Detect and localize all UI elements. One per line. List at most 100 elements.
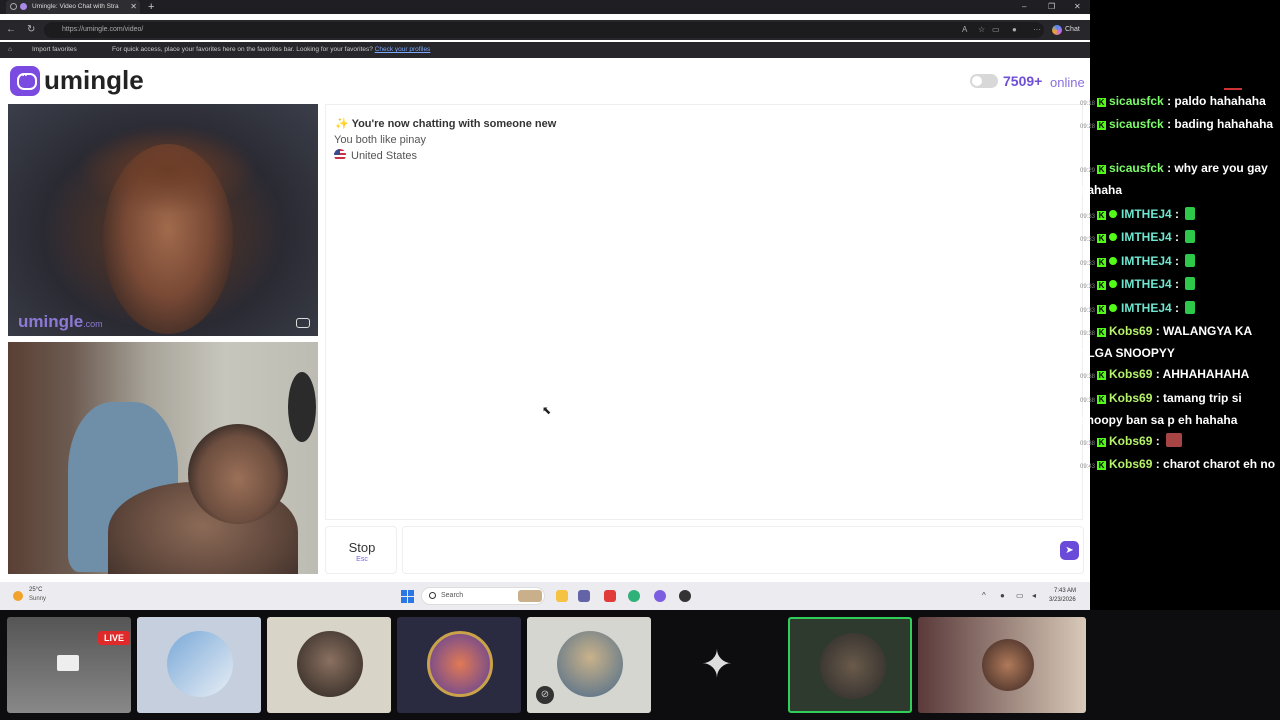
sparkle-icon: ✨	[335, 118, 349, 130]
stream-chat-message: 09:38 K Kobs69 :	[1080, 432, 1280, 454]
message-timestamp: 09:29	[1080, 168, 1096, 174]
participant-tile-3[interactable]	[267, 617, 391, 713]
favorites-bar: ⌂ Import favorites For quick access, pla…	[0, 42, 1090, 58]
stop-button[interactable]: Stop Esc	[325, 526, 397, 574]
clock-time[interactable]: 7:43 AM	[1054, 588, 1076, 594]
umingle-favicon-icon	[20, 3, 27, 10]
new-tab-button[interactable]: +	[148, 0, 154, 14]
self-head	[188, 424, 288, 524]
windows-start-icon[interactable]	[401, 590, 414, 603]
refresh-icon[interactable]: ↻	[27, 20, 35, 40]
profile-avatar[interactable]: ●	[1012, 20, 1017, 40]
umingle-page: umingle 7509+ online umingle.com ✨ You'r…	[0, 60, 1090, 582]
chat-username[interactable]: Kobs69	[1109, 434, 1152, 448]
kick-badge-icon: K	[1097, 258, 1107, 267]
copilot-chat-button[interactable]: Chat	[1052, 24, 1080, 36]
participant-tile-6[interactable]: ✦	[657, 617, 781, 713]
read-aloud-icon[interactable]: A	[962, 20, 967, 40]
chat-username[interactable]: sicausfck	[1109, 94, 1164, 108]
weather-description[interactable]: Sunny	[29, 596, 46, 602]
tab-umingle[interactable]: Umingle: Video Chat with Stra ✕	[6, 0, 140, 14]
us-flag-icon	[334, 149, 346, 161]
kick-badge-icon: K	[1097, 371, 1107, 380]
url-text: https://umingle.com/video/	[62, 26, 144, 33]
tray-overflow-icon[interactable]: ^	[982, 582, 986, 610]
import-favorites-button[interactable]: Import favorites	[32, 42, 77, 58]
check-profiles-link[interactable]: Check your profiles	[375, 46, 431, 53]
chat-username[interactable]: IMTHEJ4	[1121, 207, 1172, 221]
network-icon[interactable]: ▭	[1016, 582, 1024, 610]
messenger-icon[interactable]	[654, 590, 666, 602]
chat-username[interactable]: sicausfck	[1109, 161, 1164, 175]
minimize-icon[interactable]: –	[1022, 0, 1026, 14]
site-logo-text[interactable]: umingle	[44, 65, 144, 96]
stream-chat-message: 09:33 K IMTHEJ4 :	[1080, 228, 1280, 250]
message-timestamp: 09:33	[1080, 237, 1096, 243]
tab-close-icon[interactable]: ✕	[130, 0, 137, 14]
send-icon[interactable]: ➤	[1060, 541, 1079, 560]
umingle-logo-icon[interactable]	[10, 66, 40, 96]
chat-username[interactable]: IMTHEJ4	[1121, 230, 1172, 244]
clock-date[interactable]: 3/23/2026	[1049, 597, 1076, 603]
chat-message-text: :	[1155, 434, 1160, 448]
participant-tile-8[interactable]	[918, 617, 1086, 713]
message-timestamp: 09:33	[1080, 214, 1096, 220]
close-window-icon[interactable]: ✕	[1074, 0, 1081, 14]
screen-share-icon	[57, 655, 79, 671]
chat-message-text: : charot charot eh no	[1155, 457, 1276, 471]
participant-tile-live[interactable]: LIVE	[7, 617, 131, 713]
chat-username[interactable]: IMTHEJ4	[1121, 277, 1172, 291]
kick-badge-icon: K	[1097, 281, 1107, 290]
report-icon[interactable]	[296, 318, 310, 328]
chat-username[interactable]: Kobs69	[1109, 367, 1152, 381]
weather-sun-icon[interactable]	[13, 591, 23, 601]
verified-badge-icon	[1109, 280, 1118, 288]
back-icon[interactable]: ←	[6, 20, 16, 40]
message-timestamp: 09:18	[1080, 101, 1096, 107]
favorite-star-icon[interactable]: ☆	[978, 20, 985, 40]
message-timestamp: 09:28	[1080, 124, 1096, 130]
message-timestamp: 09:43	[1080, 464, 1096, 470]
participant-tile-2[interactable]	[137, 617, 261, 713]
wall-mirror	[288, 372, 316, 442]
app-red-icon[interactable]	[604, 590, 616, 602]
chat-message-text: :	[1175, 207, 1180, 221]
file-explorer-icon[interactable]	[556, 590, 568, 602]
new-chat-notice: ✨ You're now chatting with someone new	[335, 117, 556, 130]
chat-username[interactable]: Kobs69	[1109, 391, 1152, 405]
search-highlights-icon[interactable]	[518, 590, 542, 602]
message-timestamp: 09:38	[1080, 441, 1096, 447]
chat-indicator	[1224, 88, 1242, 90]
stranger-video: umingle.com	[8, 104, 318, 336]
stream-chat-message: 09:38 K Kobs69 : tamang trip si snoopy ban…	[1080, 389, 1280, 430]
chat-username[interactable]: Kobs69	[1109, 457, 1152, 471]
volume-icon[interactable]: ◂	[1032, 582, 1036, 610]
chat-username[interactable]: IMTHEJ4	[1121, 301, 1172, 315]
edge-browser-icon[interactable]	[628, 590, 640, 602]
kick-badge-icon: K	[1097, 98, 1107, 107]
message-input[interactable]	[402, 526, 1084, 574]
restore-icon[interactable]: ❐	[1048, 0, 1055, 14]
verified-badge-icon	[1109, 257, 1118, 265]
favorites-icon: ⌂	[8, 46, 12, 53]
chat-message-text: : bading hahahaha	[1167, 117, 1274, 131]
participant-tile-speaking[interactable]	[788, 617, 912, 713]
verified-badge-icon	[1109, 233, 1118, 241]
obs-icon[interactable]	[679, 590, 691, 602]
address-bar-row: ← ↻ https://umingle.com/video/ A ☆ ▭ ● ·…	[0, 20, 1090, 40]
online-toggle[interactable]	[970, 74, 998, 88]
chat-username[interactable]: sicausfck	[1109, 117, 1164, 131]
more-menu-icon[interactable]: ···	[1033, 20, 1041, 40]
participant-tile-4[interactable]	[397, 617, 521, 713]
url-field[interactable]: https://umingle.com/video/	[44, 22, 1044, 38]
weather-temperature[interactable]: 25°C	[29, 587, 42, 593]
stream-chat-message: 09:43 K Kobs69 : charot charot eh no	[1080, 455, 1280, 477]
tab-actions-icon[interactable]	[10, 3, 17, 10]
teams-icon[interactable]	[578, 590, 590, 602]
chat-message-text: : AHHAHAHAHA	[1155, 367, 1250, 381]
chat-username[interactable]: Kobs69	[1109, 324, 1152, 338]
microphone-icon[interactable]: ●	[1000, 582, 1005, 610]
chat-username[interactable]: IMTHEJ4	[1121, 254, 1172, 268]
split-screen-icon[interactable]: ▭	[992, 20, 1000, 40]
browser-window: Umingle: Video Chat with Stra ✕ + – ❐ ✕ …	[0, 0, 1090, 582]
